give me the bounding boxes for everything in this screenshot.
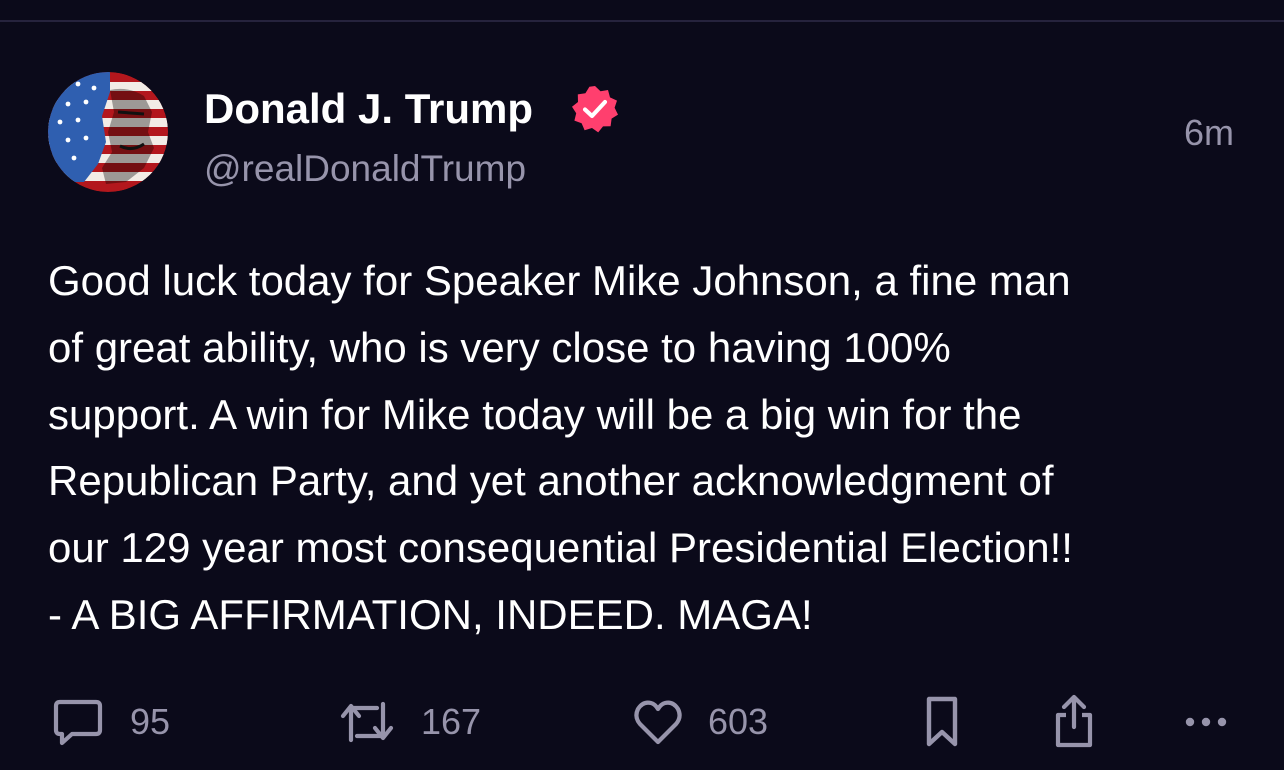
- share-button[interactable]: [1052, 692, 1096, 752]
- post-card: Donald J. Trump @realDonaldTrump 6m Good…: [0, 0, 1284, 770]
- top-divider: [0, 20, 1284, 22]
- reply-button[interactable]: 95: [50, 692, 170, 752]
- like-count: 603: [708, 701, 769, 742]
- author-display-name[interactable]: Donald J. Trump: [204, 84, 533, 134]
- bookmark-button[interactable]: [922, 692, 962, 752]
- reply-icon: [50, 694, 106, 750]
- bookmark-icon: [922, 694, 962, 750]
- share-icon: [1052, 693, 1096, 751]
- repost-icon: [337, 694, 397, 750]
- repost-count: 167: [421, 701, 482, 742]
- author-handle[interactable]: @realDonaldTrump: [204, 147, 526, 191]
- post-body-text: Good luck today for Speaker Mike Johnson…: [48, 257, 1073, 638]
- more-icon: [1182, 712, 1230, 732]
- verified-badge-icon: [570, 84, 620, 134]
- repost-button[interactable]: 167: [337, 692, 481, 752]
- heart-icon: [632, 696, 684, 748]
- flag-portrait-avatar-icon: [48, 72, 168, 192]
- post-timestamp[interactable]: 6m: [1184, 112, 1234, 154]
- reply-count: 95: [130, 701, 171, 742]
- like-button[interactable]: 603: [632, 692, 768, 752]
- author-avatar[interactable]: [48, 72, 168, 192]
- more-options-button[interactable]: [1182, 692, 1230, 752]
